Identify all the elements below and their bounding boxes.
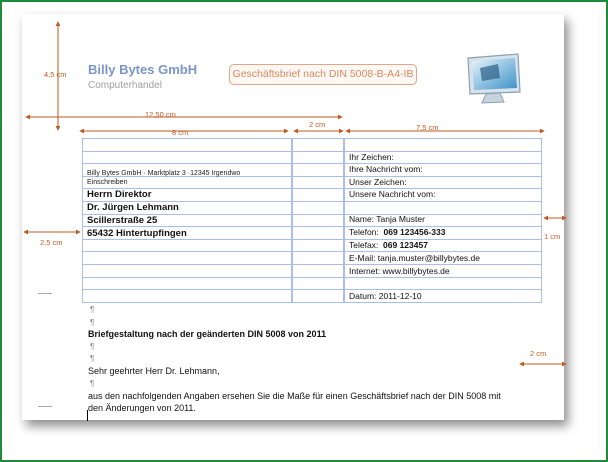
salutation: Sehr geehrter Herr Dr. Lehmann,: [88, 366, 220, 376]
info-width-label: 7,5 cm: [416, 123, 439, 132]
grid-cell: [82, 289, 292, 303]
recipient-line-1: Herrn Direktor: [87, 189, 152, 200]
grid-cell: [292, 200, 344, 215]
grid-cell: [292, 238, 344, 253]
address-width-label: 12,50 cm: [145, 110, 176, 119]
subject-line: Briefgestaltung nach der geänderten DIN …: [88, 329, 327, 339]
grid-cell: [82, 251, 292, 265]
right-margin-label: 1 cm: [544, 232, 561, 241]
bottom-gap-label: 2 cm: [530, 349, 547, 358]
grid-cell: [82, 276, 292, 291]
recipient-line-4: 65432 Hintertupfingen: [87, 228, 187, 239]
pilcrow-1: ¶: [90, 305, 95, 314]
pilcrow-2: ¶: [90, 318, 95, 327]
grid-cell: [292, 150, 344, 165]
unsere-nachricht: Unsere Nachricht vom:: [349, 189, 436, 199]
recipient-line-3: Scillerstraße 25: [87, 215, 158, 226]
grid-cell: [292, 263, 344, 278]
internet-line: Internet: www.billybytes.de: [349, 266, 450, 276]
recipient-line-2: Dr. Jürgen Lehmann: [87, 202, 179, 213]
body-line-1: aus den nachfolgenden Angaben ersehen Si…: [88, 391, 501, 401]
ihre-nachricht: Ihre Nachricht vom:: [349, 164, 423, 174]
email-line: E-Mail: tanja.muster@billybytes.de: [349, 253, 480, 263]
body-line-2: den Änderungen von 2011.: [88, 403, 196, 413]
pilcrow-4: ¶: [90, 354, 95, 363]
grid-cell: [82, 150, 292, 165]
fax-label: Telefax:: [349, 240, 379, 250]
grid-cell: [292, 188, 344, 202]
date-line: Datum: 2011-12-10: [349, 291, 422, 301]
grid-cell: [292, 163, 344, 177]
phone-label: Telefon:: [349, 227, 379, 237]
grid-cell: [292, 175, 344, 190]
grid-cell: [344, 200, 542, 215]
phone-row: Telefon: 069 123456-333: [349, 227, 445, 237]
fax-value: 069 123457: [383, 240, 428, 250]
shipping-note: Einschreiben: [87, 179, 128, 186]
grid-cell: [82, 138, 292, 152]
ihr-zeichen: Ihr Zeichen:: [349, 152, 394, 162]
sender-line: Billy Bytes GmbH · Marktplatz 3 ·12345 I…: [87, 170, 241, 177]
grid-cell: [292, 289, 344, 303]
grid-cell: [82, 263, 292, 278]
field-width-label: 8 cm: [172, 128, 189, 137]
fold-mark: [38, 293, 52, 294]
grid-cell: [344, 276, 542, 291]
gap-grid: [292, 138, 344, 303]
hole-mark: [38, 406, 52, 407]
contact-name: Name: Tanja Muster: [349, 214, 425, 224]
pilcrow-3: ¶: [90, 342, 95, 351]
phone-value: 069 123456-333: [383, 227, 446, 237]
grid-cell: [292, 251, 344, 265]
grid-cell: [292, 213, 344, 228]
text-cursor[interactable]: [87, 410, 88, 421]
gap-width-label: 2 cm: [309, 120, 326, 129]
grid-cell: [344, 138, 542, 152]
unser-zeichen: Unser Zeichen:: [349, 177, 407, 187]
grid-cell: [82, 238, 292, 253]
grid-cell: [292, 138, 344, 152]
top-margin-label: 4,5 cm: [44, 70, 67, 79]
grid-cell: [292, 226, 344, 240]
grid-cell: [292, 276, 344, 291]
left-margin-label: 2,5 cm: [40, 238, 63, 247]
pilcrow-5: ¶: [90, 379, 95, 388]
fax-row: Telefax: 069 123457: [349, 240, 428, 250]
